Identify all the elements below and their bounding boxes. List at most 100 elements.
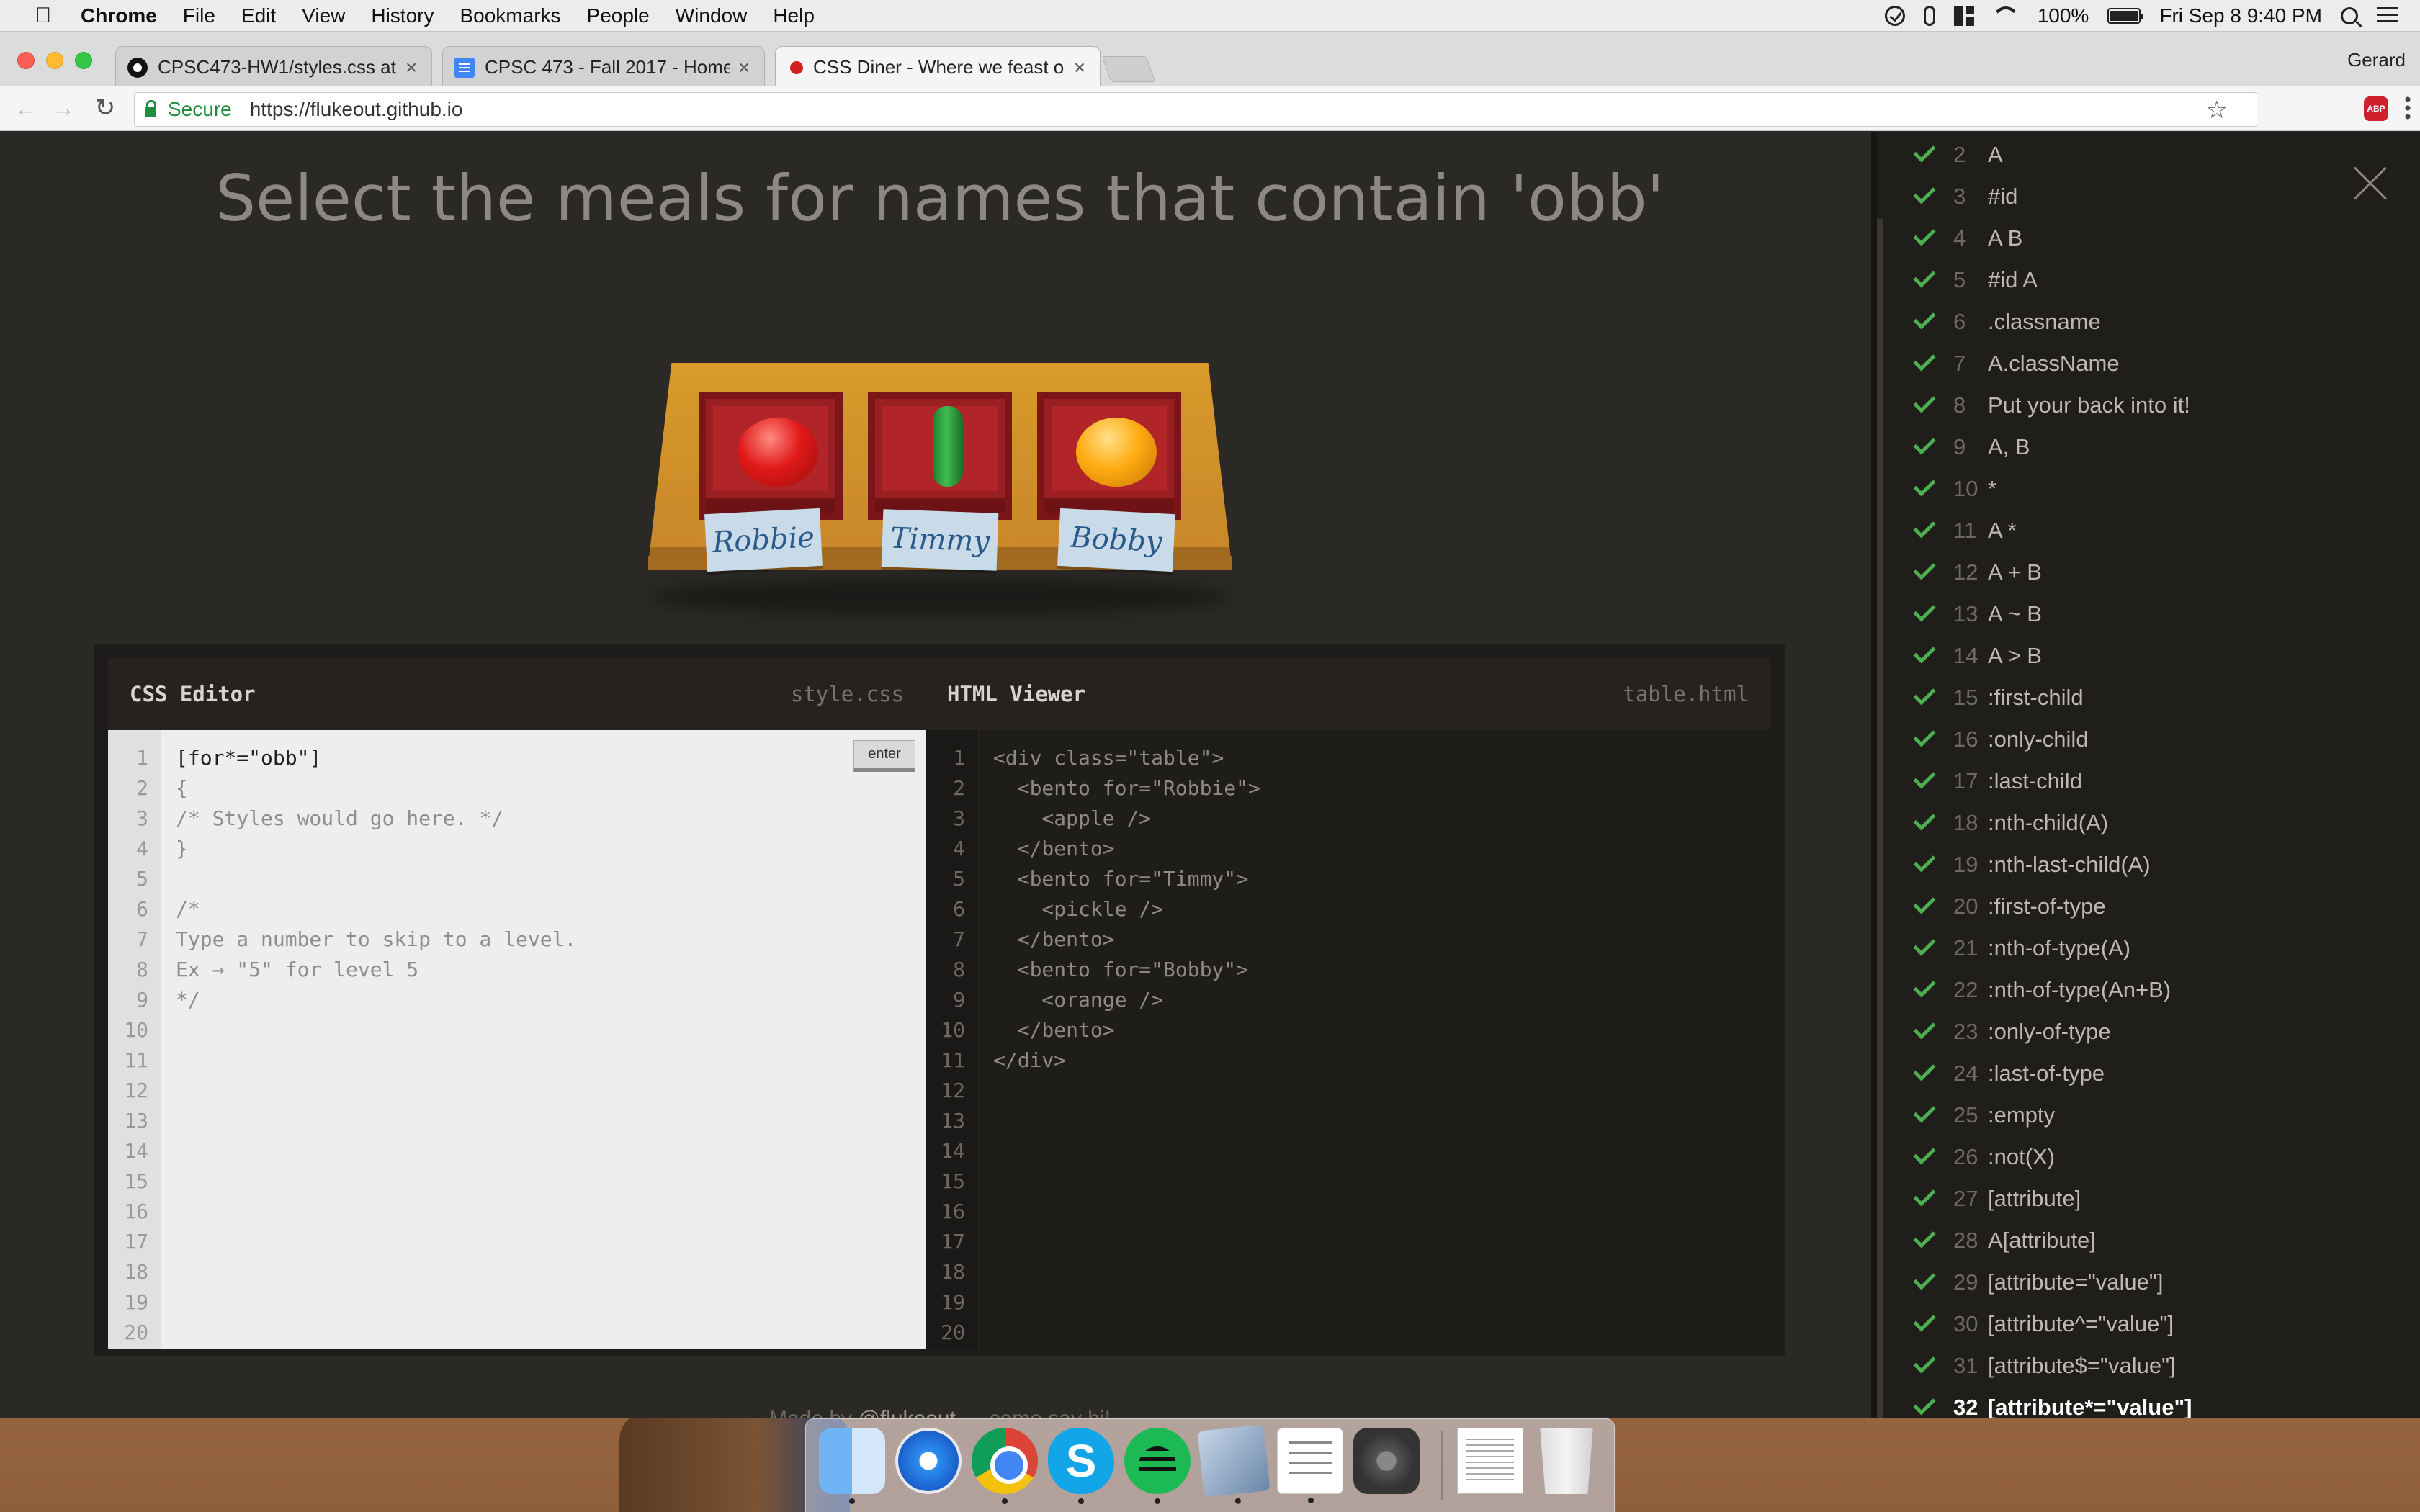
apple-menu-icon[interactable]:  bbox=[29, 0, 58, 32]
trash-icon[interactable] bbox=[1540, 1428, 1593, 1494]
close-window-button[interactable] bbox=[17, 52, 35, 69]
finder-icon[interactable] bbox=[819, 1428, 885, 1504]
adblock-plus-icon[interactable]: ABP bbox=[2364, 96, 2388, 121]
css-code[interactable]: [for*="obb"] { /* Styles would go here. … bbox=[176, 743, 918, 1015]
spotify-icon[interactable] bbox=[1124, 1428, 1191, 1504]
level-item[interactable]: 18:nth-child(A) bbox=[1909, 802, 2413, 844]
close-tab-icon[interactable]: × bbox=[1071, 56, 1088, 79]
level-item[interactable]: 10 * bbox=[1909, 468, 2413, 510]
address-bar[interactable]: Secure https://flukeout.github.io ☆ bbox=[134, 92, 2257, 127]
html-line[interactable]: <bento for="Timmy"> bbox=[993, 864, 1763, 894]
level-item[interactable]: 2A bbox=[1909, 134, 2413, 176]
level-item[interactable]: 21:nth-of-type(A) bbox=[1909, 927, 2413, 969]
close-tab-icon[interactable]: × bbox=[403, 56, 420, 79]
tab-css-diner[interactable]: CSS Diner - Where we feast on × bbox=[775, 46, 1101, 88]
level-item[interactable]: 26:not(X) bbox=[1909, 1136, 2413, 1178]
html-line[interactable]: <pickle /> bbox=[993, 894, 1763, 924]
reload-icon[interactable]: ↻ bbox=[91, 94, 120, 122]
level-item[interactable]: 12 A + B bbox=[1909, 552, 2413, 593]
profile-button[interactable]: Gerard bbox=[2347, 49, 2406, 71]
battery-percent[interactable]: 100% bbox=[2038, 4, 2089, 27]
system-preferences-icon[interactable] bbox=[1353, 1428, 1420, 1494]
notification-center-icon[interactable] bbox=[2377, 6, 2398, 24]
level-item[interactable]: 7 A.className bbox=[1909, 343, 2413, 384]
menu-view[interactable]: View bbox=[289, 0, 358, 32]
tab-google-docs[interactable]: CPSC 473 - Fall 2017 - Home × bbox=[442, 46, 765, 88]
level-item[interactable]: 3 #id bbox=[1909, 176, 2413, 217]
clock[interactable]: Fri Sep 8 9:40 PM bbox=[2159, 4, 2322, 27]
level-item[interactable]: 25:empty bbox=[1909, 1094, 2413, 1136]
bento-bobby[interactable] bbox=[1037, 392, 1181, 520]
orange-icon[interactable] bbox=[1076, 418, 1157, 487]
html-line[interactable]: <orange /> bbox=[993, 985, 1763, 1015]
menu-app-name[interactable]: Chrome bbox=[68, 0, 170, 32]
pickle-icon[interactable] bbox=[933, 406, 963, 487]
menu-edit[interactable]: Edit bbox=[228, 0, 289, 32]
forward-arrow-icon[interactable]: → bbox=[49, 94, 78, 122]
bento-robbie[interactable] bbox=[699, 392, 843, 520]
level-item[interactable]: 30 [attribute^="value"] bbox=[1909, 1303, 2413, 1345]
menu-bookmarks[interactable]: Bookmarks bbox=[447, 0, 573, 32]
html-line[interactable]: </bento> bbox=[993, 924, 1763, 955]
preview-icon[interactable] bbox=[1197, 1424, 1270, 1505]
menu-file[interactable]: File bbox=[170, 0, 228, 32]
css-selector-input[interactable]: [for*="obb"] bbox=[176, 743, 918, 773]
level-item[interactable]: 16:only-child bbox=[1909, 719, 2413, 760]
level-item[interactable]: 23:only-of-type bbox=[1909, 1011, 2413, 1053]
html-line[interactable]: </bento> bbox=[993, 1015, 1763, 1045]
level-item[interactable]: 27 [attribute] bbox=[1909, 1178, 2413, 1220]
menu-history[interactable]: History bbox=[358, 0, 447, 32]
level-item[interactable]: 19:nth-last-child(A) bbox=[1909, 844, 2413, 886]
url-text[interactable]: https://flukeout.github.io bbox=[250, 98, 463, 121]
level-item[interactable]: 29 [attribute="value"] bbox=[1909, 1261, 2413, 1303]
zoom-window-button[interactable] bbox=[75, 52, 92, 69]
new-tab-button[interactable] bbox=[1101, 56, 1156, 82]
html-line[interactable]: <apple /> bbox=[993, 804, 1763, 834]
sidebar-scrollbar[interactable] bbox=[1877, 219, 1883, 1418]
back-arrow-icon[interactable]: ← bbox=[12, 94, 40, 122]
flukeout-link[interactable]: @flukeout bbox=[858, 1407, 956, 1418]
minimize-window-button[interactable] bbox=[46, 52, 63, 69]
level-item[interactable]: 24:last-of-type bbox=[1909, 1053, 2413, 1094]
level-item[interactable]: 28 A[attribute] bbox=[1909, 1220, 2413, 1261]
tab-github[interactable]: CPSC473-HW1/styles.css at m × bbox=[115, 46, 432, 88]
chrome-menu-icon[interactable] bbox=[2404, 95, 2411, 121]
level-item[interactable]: 6 .classname bbox=[1909, 301, 2413, 343]
documents-icon[interactable] bbox=[1457, 1428, 1523, 1494]
level-item[interactable]: 4 A B bbox=[1909, 217, 2413, 259]
apple-icon[interactable] bbox=[738, 418, 818, 487]
level-item[interactable]: 15:first-child bbox=[1909, 677, 2413, 719]
window-grid-icon[interactable] bbox=[1953, 5, 1974, 26]
chrome-icon[interactable] bbox=[972, 1428, 1038, 1504]
html-line[interactable]: <bento for="Bobby"> bbox=[993, 955, 1763, 985]
level-item[interactable]: 22:nth-of-type(An+B) bbox=[1909, 969, 2413, 1011]
enter-button[interactable]: enter bbox=[853, 740, 915, 772]
bento-timmy[interactable] bbox=[868, 392, 1012, 520]
safari-icon[interactable] bbox=[895, 1428, 962, 1494]
paperclip-icon[interactable] bbox=[1923, 5, 1935, 26]
level-item[interactable]: 32 [attribute*="value"] bbox=[1909, 1387, 2413, 1418]
menu-people[interactable]: People bbox=[574, 0, 663, 32]
level-item[interactable]: 13 A ~ B bbox=[1909, 593, 2413, 635]
css-input[interactable]: 1 2 3 4 5 6 7 8 9 10 11 12 13 14 15 16 1… bbox=[108, 730, 926, 1349]
menu-help[interactable]: Help bbox=[760, 0, 828, 32]
html-line[interactable]: <bento for="Robbie"> bbox=[993, 773, 1763, 804]
bookmark-star-icon[interactable]: ☆ bbox=[2206, 93, 2228, 127]
skype-icon[interactable]: S bbox=[1048, 1428, 1114, 1504]
html-line[interactable]: <div class="table"> bbox=[993, 743, 1763, 773]
battery-icon[interactable] bbox=[2107, 7, 2144, 24]
wifi-icon[interactable] bbox=[1992, 6, 2019, 25]
level-item[interactable]: 5 #id A bbox=[1909, 259, 2413, 301]
level-item[interactable]: 11 A * bbox=[1909, 510, 2413, 552]
html-line[interactable]: </div> bbox=[993, 1045, 1763, 1076]
level-item[interactable]: 31 [attribute$="value"] bbox=[1909, 1345, 2413, 1387]
level-item[interactable]: 17:last-child bbox=[1909, 760, 2413, 802]
task-check-icon[interactable] bbox=[1884, 5, 1905, 26]
level-item[interactable]: 8 Put your back into it! bbox=[1909, 384, 2413, 426]
level-item[interactable]: 14 A > B bbox=[1909, 635, 2413, 677]
level-item[interactable]: 9 A, B bbox=[1909, 426, 2413, 468]
menu-window[interactable]: Window bbox=[663, 0, 761, 32]
close-tab-icon[interactable]: × bbox=[735, 56, 753, 79]
html-line[interactable]: </bento> bbox=[993, 834, 1763, 864]
spotlight-search-icon[interactable] bbox=[2341, 6, 2358, 24]
